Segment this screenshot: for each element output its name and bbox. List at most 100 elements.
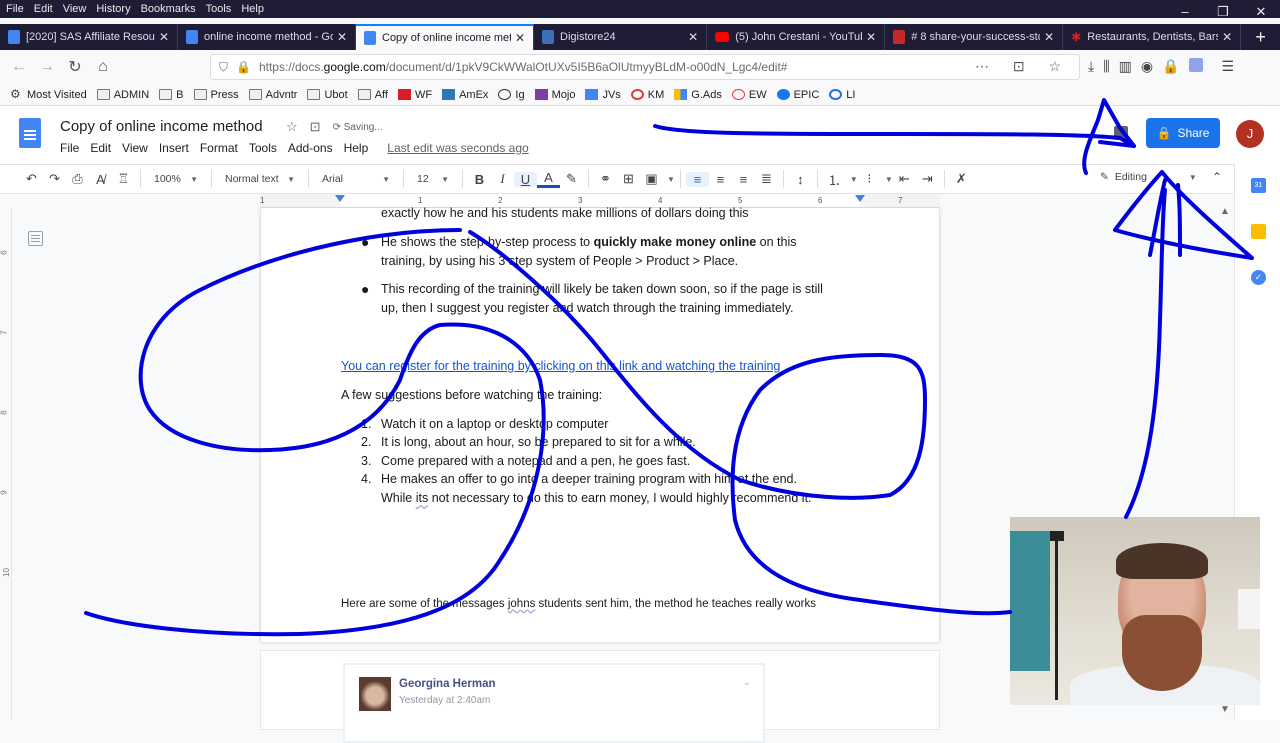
tab-digistore[interactable]: Digistore24 ✕ [534, 24, 708, 50]
right-indent-marker[interactable] [855, 195, 865, 202]
link-icon[interactable]: ⚭ [594, 171, 617, 187]
redo-icon[interactable]: ↷ [43, 171, 66, 187]
scroll-up-icon[interactable]: ▲ [1220, 206, 1230, 217]
tab-online-income[interactable]: online income method - Goo ✕ [178, 24, 356, 50]
tab-sas-affiliate[interactable]: [2020] SAS Affiliate Resourc ✕ [0, 24, 178, 50]
bookmark-ew[interactable]: EW [731, 89, 767, 101]
document-outline-icon[interactable] [28, 231, 43, 246]
close-tab-icon[interactable]: ✕ [1222, 30, 1232, 44]
menu-tools[interactable]: Tools [206, 3, 232, 15]
tab-success-story[interactable]: # 8 share-your-success-story ✕ [885, 24, 1064, 50]
bulleted-list-icon[interactable]: ⁝ [858, 171, 881, 187]
bookmark-press[interactable]: Press [193, 89, 239, 101]
star-icon[interactable]: ☆ [286, 119, 298, 135]
increase-indent-icon[interactable]: ⇥ [916, 171, 939, 187]
decrease-indent-icon[interactable]: ⇤ [893, 171, 916, 187]
text-color-button[interactable]: A [537, 170, 560, 188]
menu-bookmarks[interactable]: Bookmarks [141, 3, 196, 15]
bookmark-ig[interactable]: Ig [498, 89, 525, 101]
docs-menu-file[interactable]: File [60, 141, 79, 155]
highlight-icon[interactable]: ✎ [560, 171, 583, 187]
tab-yelp[interactable]: ✱ Restaurants, Dentists, Bars, B ✕ [1063, 24, 1242, 50]
bookmark-admin[interactable]: ADMIN [96, 89, 149, 101]
new-tab-button[interactable]: + [1241, 24, 1280, 50]
docs-menu-view[interactable]: View [122, 141, 148, 155]
zoom-select[interactable]: 100% ▼ [146, 173, 206, 185]
forward-icon[interactable]: → [34, 58, 60, 76]
print-icon[interactable]: ⎙ [66, 171, 89, 187]
font-select[interactable]: Arial ▼ [314, 173, 398, 185]
docs-menu-edit[interactable]: Edit [90, 141, 111, 155]
bookmark-ubot[interactable]: Ubot [307, 89, 348, 101]
back-icon[interactable]: ← [6, 58, 32, 76]
bold-button[interactable]: B [468, 172, 491, 187]
minimize-button[interactable]: – [1166, 0, 1204, 24]
close-tab-icon[interactable]: ✕ [688, 30, 698, 44]
align-left-icon[interactable]: ≡ [685, 171, 709, 187]
page-actions[interactable]: ⋯ ⊡ ☆ [975, 58, 1071, 75]
editing-mode-select[interactable]: ✎ Editing ▼ [1100, 171, 1197, 183]
bookmark-g-ads[interactable]: G.Ads [674, 89, 722, 101]
comment-history-icon[interactable] [1114, 126, 1128, 140]
extension-icon[interactable] [1188, 58, 1203, 72]
document-title[interactable]: Copy of online income method [60, 118, 263, 135]
docs-menu-help[interactable]: Help [344, 141, 369, 155]
bookmark-epic[interactable]: EPIC [776, 89, 819, 101]
bookmark-b[interactable]: B [159, 89, 184, 101]
bookmark-jvs[interactable]: JVs [585, 89, 621, 101]
menu-file[interactable]: File [6, 3, 24, 15]
menu-edit[interactable]: Edit [34, 3, 53, 15]
document-page[interactable]: exactly how he and his students make mil… [260, 206, 940, 642]
shield-icon[interactable]: ⛉ [219, 60, 228, 75]
line-spacing-icon[interactable]: ↕ [789, 172, 812, 187]
move-folder-icon[interactable]: ⊡ [310, 119, 321, 135]
tasks-icon[interactable]: ✓ [1251, 270, 1266, 285]
numbered-list-icon[interactable]: ⒈ [823, 170, 846, 189]
underline-button[interactable]: U [514, 171, 537, 187]
share-button[interactable]: 🔒 Share [1146, 118, 1220, 148]
menu-help[interactable]: Help [241, 3, 264, 15]
close-tab-icon[interactable]: ✕ [866, 30, 876, 44]
keep-icon[interactable] [1251, 224, 1266, 239]
docs-menu-addons[interactable]: Add-ons [288, 141, 333, 155]
undo-icon[interactable]: ↶ [20, 171, 43, 187]
add-comment-icon[interactable]: ⊞ [617, 171, 640, 187]
spelling-error[interactable]: its [416, 491, 429, 505]
sidebar-icon[interactable]: ▥ [1119, 58, 1132, 75]
bookmark-li[interactable]: LI [829, 89, 855, 101]
close-window-button[interactable]: ✕ [1242, 0, 1280, 24]
justify-icon[interactable]: ≣ [755, 171, 778, 187]
last-edit-link[interactable]: Last edit was seconds ago [387, 141, 528, 155]
italic-button[interactable]: I [491, 171, 514, 187]
lock-icon[interactable]: 🔒 [236, 60, 251, 74]
calendar-icon[interactable]: 31 [1251, 178, 1266, 193]
library-icon[interactable]: ⫼ [1103, 58, 1109, 75]
paint-format-icon[interactable]: ♖ [112, 171, 135, 187]
tab-copy-online-income[interactable]: Copy of online income meth ✕ [356, 24, 534, 50]
align-center-icon[interactable]: ≡ [709, 172, 732, 187]
spellcheck-icon[interactable]: A̸ [89, 172, 112, 187]
collapse-menu-icon[interactable]: ⌃ [1212, 170, 1222, 184]
menu-view[interactable]: View [63, 3, 87, 15]
menu-history[interactable]: History [96, 3, 130, 15]
home-icon[interactable]: ⌂ [90, 58, 116, 76]
bookmark-most-visited[interactable]: ⚙ Most Visited [10, 88, 87, 101]
docs-menu-tools[interactable]: Tools [249, 141, 277, 155]
bookmark-km[interactable]: KM [630, 89, 664, 101]
close-tab-icon[interactable]: ✕ [515, 31, 525, 45]
bookmark-aff[interactable]: Aff [357, 89, 388, 101]
bookmark-wf[interactable]: WF [397, 89, 432, 101]
left-indent-marker[interactable] [335, 195, 345, 202]
restore-button[interactable]: ❐ [1204, 0, 1242, 24]
bookmark-amex[interactable]: AmEx [442, 89, 488, 101]
docs-menu-format[interactable]: Format [200, 141, 238, 155]
docs-logo-icon[interactable] [19, 118, 41, 148]
account-avatar[interactable]: J [1236, 120, 1264, 148]
training-link[interactable]: You can register for the training by cli… [341, 357, 780, 376]
clear-formatting-icon[interactable]: ✗ [950, 171, 973, 187]
reload-icon[interactable]: ↻ [62, 57, 88, 77]
close-tab-icon[interactable]: ✕ [1044, 30, 1054, 44]
bookmark-mojo[interactable]: Mojo [534, 89, 575, 101]
style-select[interactable]: Normal text ▼ [217, 173, 303, 185]
chevron-down-icon[interactable]: ▼ [850, 175, 858, 184]
